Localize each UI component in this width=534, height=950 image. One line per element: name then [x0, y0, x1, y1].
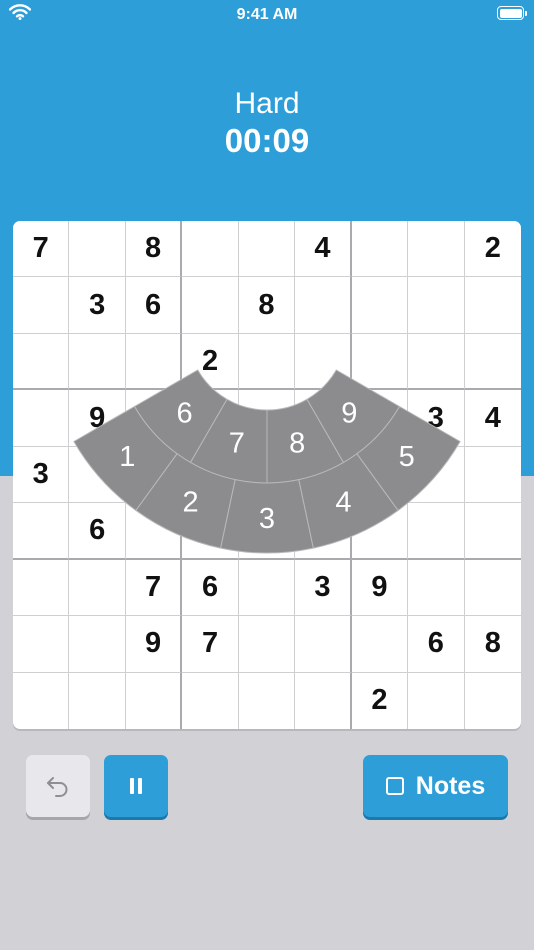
grid-cell[interactable]: [13, 390, 70, 447]
grid-cell[interactable]: 3: [69, 277, 126, 334]
grid-cell[interactable]: 4: [464, 390, 521, 447]
grid-cell[interactable]: [238, 221, 296, 278]
grid-cell[interactable]: [464, 334, 521, 391]
grid-cell[interactable]: 6: [182, 559, 239, 617]
grid-cell[interactable]: 6: [408, 616, 465, 673]
grid-cell[interactable]: 3: [13, 446, 70, 504]
grid-cell[interactable]: [464, 503, 521, 560]
grid-cell[interactable]: [69, 221, 126, 278]
grid-cell[interactable]: [408, 333, 465, 391]
grid-cell[interactable]: [13, 616, 70, 673]
grid-cell[interactable]: 7: [13, 221, 70, 278]
undo-arrow-icon: [47, 777, 68, 797]
grid-cell[interactable]: 6: [125, 277, 183, 334]
grid-cell[interactable]: [295, 616, 352, 673]
grid-cell[interactable]: 6: [69, 503, 126, 560]
grid-cell[interactable]: [408, 221, 465, 278]
grid-cell[interactable]: [295, 672, 352, 729]
grid-cell[interactable]: [238, 559, 296, 617]
grid-cell[interactable]: [351, 221, 409, 278]
grid-cell[interactable]: 8: [125, 221, 183, 278]
picker-segment-3[interactable]: [220, 479, 314, 554]
grid-cell[interactable]: [351, 333, 409, 391]
grid-cell[interactable]: [69, 559, 126, 617]
grid-cell[interactable]: [408, 559, 465, 617]
grid-cell[interactable]: 9: [125, 616, 183, 673]
grid-cell[interactable]: [239, 672, 296, 729]
pause-icon: [130, 778, 142, 794]
grid-cell[interactable]: 8: [238, 277, 296, 334]
grid-cell[interactable]: [13, 672, 70, 729]
grid-cell[interactable]: [295, 277, 352, 334]
battery-icon: [497, 6, 527, 20]
grid-cell[interactable]: [13, 333, 70, 391]
grid-cell[interactable]: 7: [125, 559, 183, 617]
grid-cell[interactable]: 8: [464, 616, 521, 673]
undo-button[interactable]: [26, 755, 90, 817]
grid-cell[interactable]: [408, 277, 465, 334]
grid-cell[interactable]: 2: [464, 221, 521, 278]
grid-cell[interactable]: [69, 616, 126, 673]
grid-cell[interactable]: 2: [352, 672, 409, 729]
grid-cell[interactable]: [351, 277, 409, 334]
grid-cell[interactable]: [13, 503, 70, 560]
grid-cell[interactable]: [13, 277, 70, 334]
grid-cell[interactable]: [464, 560, 521, 617]
grid-cell[interactable]: [465, 673, 521, 729]
grid-cell[interactable]: 4: [295, 221, 352, 278]
grid-cell[interactable]: [125, 333, 183, 391]
notes-button[interactable]: Notes: [363, 755, 508, 817]
grid-cell[interactable]: [238, 333, 296, 391]
grid-cell[interactable]: [182, 672, 239, 729]
difficulty-label: Hard: [234, 87, 300, 120]
grid-cell[interactable]: [13, 559, 70, 617]
grid-cell[interactable]: [126, 672, 183, 729]
grid-cell[interactable]: [182, 221, 239, 278]
checkbox-icon: [385, 777, 404, 795]
status-bar: 9:41 AM: [0, 0, 534, 28]
grid-cell[interactable]: 3: [295, 559, 352, 617]
notes-label: Notes: [415, 771, 486, 800]
grid-cell[interactable]: [351, 616, 409, 673]
grid-cell[interactable]: [238, 616, 296, 673]
grid-cell[interactable]: [408, 503, 465, 560]
grid-cell[interactable]: 7: [182, 616, 239, 673]
grid-cell[interactable]: 9: [351, 559, 409, 617]
game-timer: 00:09: [224, 122, 310, 159]
status-time: 9:41 AM: [236, 6, 298, 23]
grid-cell[interactable]: [408, 672, 465, 729]
grid-cell[interactable]: [69, 333, 126, 391]
grid-cell[interactable]: [464, 447, 521, 504]
grid-cell[interactable]: [464, 277, 521, 334]
pause-button[interactable]: [104, 755, 168, 817]
grid-cell[interactable]: [182, 277, 239, 334]
grid-cell[interactable]: [69, 672, 126, 729]
